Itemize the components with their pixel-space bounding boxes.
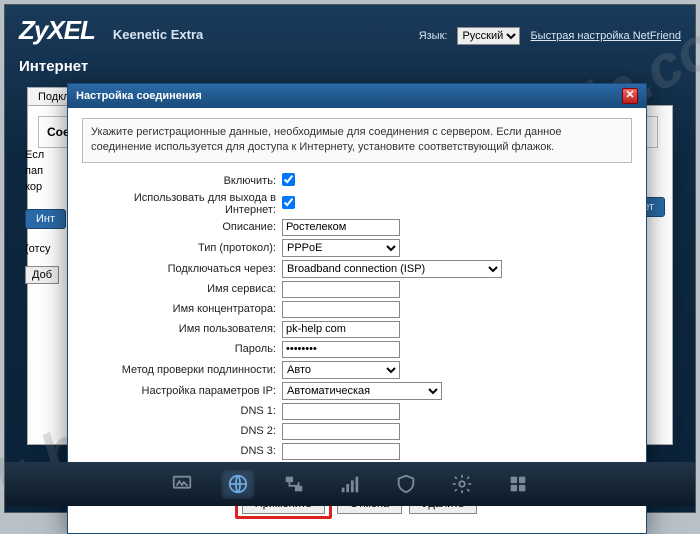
label-dns1: DNS 1:	[82, 405, 282, 417]
service-input[interactable]	[282, 281, 400, 298]
model-name: Keenetic Extra	[113, 27, 203, 42]
dns1-input[interactable]	[282, 403, 400, 420]
ip-config-select[interactable]: Автоматическая	[282, 382, 442, 400]
username-input[interactable]	[282, 321, 400, 338]
monitor-icon[interactable]	[165, 469, 199, 499]
close-icon[interactable]: ✕	[622, 88, 638, 104]
label-service: Имя сервиса:	[82, 283, 282, 295]
label-password: Пароль:	[82, 343, 282, 355]
label-ip-config: Настройка параметров IP:	[82, 385, 282, 397]
shield-icon[interactable]	[389, 469, 423, 499]
password-input[interactable]	[282, 341, 400, 358]
globe-icon[interactable]	[221, 469, 255, 499]
bottom-nav	[5, 462, 695, 506]
dialog-hint: Укажите регистрационные данные, необходи…	[82, 118, 632, 163]
label-enable: Включить:	[82, 175, 282, 187]
label-auth: Метод проверки подлинности:	[82, 364, 282, 376]
use-internet-checkbox[interactable]	[282, 196, 295, 209]
label-concentrator: Имя концентратора:	[82, 303, 282, 315]
label-description: Описание:	[82, 221, 282, 233]
language-label: Язык:	[419, 30, 448, 42]
description-input[interactable]	[282, 219, 400, 236]
connect-via-select[interactable]: Broadband connection (ISP)	[282, 260, 502, 278]
protocol-select[interactable]: PPPoE	[282, 239, 400, 257]
auth-select[interactable]: Авто	[282, 361, 400, 379]
signal-icon[interactable]	[333, 469, 367, 499]
netfriend-link[interactable]: Быстрая настройка NetFriend	[530, 30, 681, 42]
label-use-internet: Использовать для выхода в Интернет:	[82, 192, 282, 216]
background-side-content: Есл пап кор Инт (отсу Доб	[25, 145, 66, 285]
apps-icon[interactable]	[501, 469, 535, 499]
dns2-input[interactable]	[282, 423, 400, 440]
label-dns2: DNS 2:	[82, 425, 282, 437]
label-protocol: Тип (протокол):	[82, 242, 282, 254]
bg-add-button[interactable]: Доб	[25, 266, 59, 284]
concentrator-input[interactable]	[282, 301, 400, 318]
dns3-input[interactable]	[282, 443, 400, 460]
network-icon[interactable]	[277, 469, 311, 499]
gear-icon[interactable]	[445, 469, 479, 499]
brand-logo: ZyXEL	[19, 15, 95, 46]
dialog-title: Настройка соединения	[76, 90, 202, 102]
enable-checkbox[interactable]	[282, 173, 295, 186]
page-title: Интернет	[5, 50, 695, 85]
bg-internet-button[interactable]: Инт	[25, 209, 66, 229]
language-select[interactable]: Русский	[457, 27, 520, 45]
label-dns3: DNS 3:	[82, 445, 282, 457]
label-connect-via: Подключаться через:	[82, 263, 282, 275]
label-username: Имя пользователя:	[82, 323, 282, 335]
